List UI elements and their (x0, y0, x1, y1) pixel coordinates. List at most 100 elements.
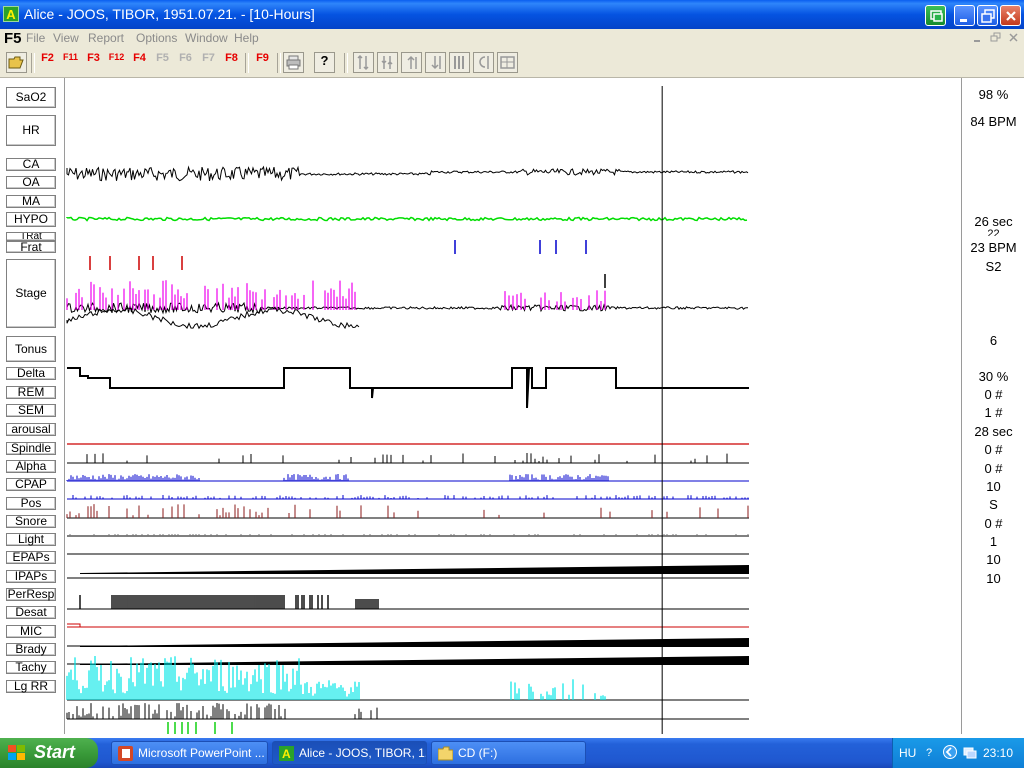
restore-button[interactable] (977, 5, 998, 26)
channel-value-sao2: 98 % (978, 87, 1009, 102)
plot-canvas[interactable]: +1h+2h+3h+4h+5h+6h+7h+8h+9h (0, 78, 1024, 734)
f12-button[interactable]: F12 (106, 52, 127, 73)
cursor-icon (479, 56, 489, 69)
taskbar-cd-drive[interactable]: CD (F:) (431, 741, 586, 765)
expand-scale-button[interactable] (353, 52, 374, 73)
cursor-button[interactable] (473, 52, 494, 73)
title-bar[interactable]: A Alice - JOOS, TIBOR, 1951.07.21. - [10… (0, 0, 1024, 29)
close-button[interactable] (1000, 5, 1021, 26)
channel-label-pos[interactable]: Pos (6, 497, 56, 510)
menu-help[interactable]: Help (234, 31, 259, 45)
open-folder-button[interactable] (6, 52, 27, 73)
channel-value-tonus: 6 (989, 333, 998, 348)
channel-label-snore[interactable]: Snore (6, 515, 56, 528)
channel-label-mic[interactable]: MIC (6, 625, 56, 638)
columns-button[interactable] (449, 52, 470, 73)
channel-label-sao2[interactable]: SaO2 (6, 87, 56, 108)
chevron-left-icon[interactable] (943, 745, 957, 759)
mdi-minimize-icon[interactable] (972, 32, 984, 44)
channel-label-frat[interactable]: Frat (6, 241, 56, 253)
hr-trace (66, 216, 748, 222)
menu-options[interactable]: Options (136, 31, 177, 45)
menu-file[interactable]: File (26, 31, 45, 45)
window-title: Alice - JOOS, TIBOR, 1951.07.21. - [10-H… (24, 6, 315, 22)
mdi-restore-icon[interactable] (990, 32, 1002, 44)
channel-label-hypo[interactable]: HYPO (6, 212, 56, 227)
channel-label-perresp[interactable]: PerResp (6, 588, 56, 601)
channel-label-ca[interactable]: CA (6, 158, 56, 171)
channel-label-delta[interactable]: Delta (6, 367, 56, 380)
channel-value-spindle: 0 # (984, 442, 1003, 457)
channel-value-trat: 22 (987, 228, 1000, 236)
f5-button[interactable]: F5 (152, 52, 173, 73)
channel-value-cpap: 10 (986, 479, 1001, 494)
channel-label-desat[interactable]: Desat (6, 606, 56, 619)
channel-label-hr[interactable]: HR (6, 115, 56, 146)
menu-report[interactable]: Report (88, 31, 124, 45)
language-indicator[interactable]: HU (899, 746, 916, 760)
menu-bar: F5 File View Report Options Window Help (0, 29, 1024, 49)
channel-label-sem[interactable]: SEM (6, 404, 56, 417)
channel-label-brady[interactable]: Brady (6, 643, 56, 656)
shift-up-button[interactable] (401, 52, 422, 73)
toolbar: F2 F11 F3 F12 F4 F5 F6 F7 F8 F9 ? (0, 49, 1024, 78)
channel-label-ma[interactable]: MA (6, 195, 56, 208)
hypnogram-overview: +1h+2h+3h+4h+5h+6h+7h+8h+9h SaO2 HR CA OA MA… (0, 78, 1024, 734)
compress-scale-button[interactable] (377, 52, 398, 73)
channel-value-epaps: 10 (986, 552, 1001, 567)
f7-button[interactable]: F7 (198, 52, 219, 73)
f9-button[interactable]: F9 (252, 52, 273, 73)
channel-label-tonus[interactable]: Tonus (6, 336, 56, 362)
trat-trace (66, 301, 748, 315)
taskbar-powerpoint[interactable]: Microsoft PowerPoint ... (111, 741, 268, 765)
f5-mdi-icon[interactable]: F5 (4, 30, 22, 47)
app-icon: A (3, 6, 19, 22)
channel-label-spindle[interactable]: Spindle (6, 442, 56, 455)
toolbar-separator (277, 53, 281, 73)
clock: 23:10 (983, 746, 1014, 760)
channel-values-panel: 98 % 84 BPM 26 sec 22 23 BPM S2 6 30 % 0 # 1 # 28 … (961, 78, 1024, 734)
mdi-close-icon[interactable] (1008, 32, 1020, 44)
taskbar-alice[interactable]: A Alice - JOOS, TIBOR, 1... (272, 741, 427, 765)
restore-icon (981, 9, 995, 23)
channel-label-ipaps[interactable]: IPAPs (6, 570, 56, 583)
channel-value-arousal: 28 sec (974, 424, 1013, 439)
system-tray: HU ? 23:10 (892, 738, 1024, 768)
channel-label-tachy[interactable]: Tachy (6, 661, 56, 674)
f4-button[interactable]: F4 (129, 52, 150, 73)
f2-button[interactable]: F2 (37, 52, 58, 73)
channel-label-stage[interactable]: Stage (6, 259, 56, 328)
channel-label-arousal[interactable]: arousal (6, 423, 56, 436)
question-icon[interactable]: ? (923, 745, 937, 759)
channel-label-oa[interactable]: OA (6, 176, 56, 189)
channel-label-lg-rr[interactable]: Lg RR (6, 680, 56, 693)
channel-label-rem[interactable]: REM (6, 386, 56, 399)
f6-button[interactable]: F6 (175, 52, 196, 73)
shift-down-button[interactable] (425, 52, 446, 73)
restore-layout-button[interactable] (925, 5, 946, 26)
task-label: Alice - JOOS, TIBOR, 1... (299, 746, 427, 760)
network-icon[interactable] (963, 745, 977, 759)
menu-window[interactable]: Window (185, 31, 228, 45)
cpap-level (80, 565, 749, 574)
help-icon: ? (320, 53, 329, 68)
channel-label-alpha[interactable]: Alpha (6, 460, 56, 473)
svg-text:?: ? (926, 747, 932, 759)
minimize-button[interactable] (954, 5, 975, 26)
channel-value-hr: 84 BPM (970, 114, 1017, 129)
channel-label-light[interactable]: Light (6, 533, 56, 546)
help-button[interactable]: ? (314, 52, 335, 73)
f3-button[interactable]: F3 (83, 52, 104, 73)
print-button[interactable] (283, 52, 304, 73)
channel-label-epaps[interactable]: EPAPs (6, 551, 56, 564)
columns-icon (454, 56, 464, 69)
start-button[interactable]: Start (0, 738, 98, 768)
taskbar: Start Microsoft PowerPoint ... A Alice -… (0, 738, 1024, 768)
menu-view[interactable]: View (53, 31, 79, 45)
f8-button[interactable]: F8 (221, 52, 242, 73)
channel-label-cpap[interactable]: CPAP (6, 478, 56, 491)
channel-value-alpha: 0 # (984, 461, 1003, 476)
montage-button[interactable] (497, 52, 518, 73)
f11-button[interactable]: F11 (60, 52, 81, 73)
channel-value-delta: 30 % (978, 369, 1009, 384)
